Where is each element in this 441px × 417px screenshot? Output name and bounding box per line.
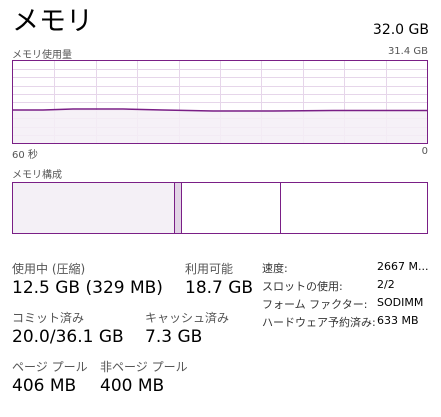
non-paged-pool-label: 非ページ プール [100,360,188,374]
non-paged-pool-value: 400 MB [100,376,165,396]
memory-composition-bar[interactable] [12,182,428,234]
usage-graph-label: メモリ使用量 [12,50,72,61]
usage-graph-max: 31.4 GB [387,46,428,57]
form-factor-label: フォーム ファクター: [262,298,368,311]
hardware-reserved-value: 633 MB [377,314,419,327]
memory-usage-chart [13,61,427,143]
committed-value: 20.0/36.1 GB [12,327,124,347]
in-use-value: 12.5 GB (329 MB) [12,278,163,298]
form-factor-value: SODIMM [377,296,424,309]
composition-label: メモリ構成 [12,170,62,181]
composition-segment-standby[interactable] [181,183,281,233]
slots-used-value: 2/2 [377,278,395,291]
paged-pool-label: ページ プール [12,360,88,374]
cached-value: 7.3 GB [145,327,203,347]
memory-usage-graph [12,60,428,144]
time-axis-start: 60 秒 [12,150,38,161]
committed-label: コミット済み [12,311,85,325]
page-title: メモリ [12,6,93,37]
available-value: 18.7 GB [185,278,254,298]
usage-area [13,110,427,143]
speed-value: 2667 M... [377,260,429,273]
slots-used-label: スロットの使用: [262,280,343,293]
in-use-label: 使用中 (圧縮) [12,262,86,276]
speed-label: 速度: [262,262,288,275]
time-axis-end: 0 [421,146,428,157]
composition-segment-modified[interactable] [174,183,182,233]
available-label: 利用可能 [185,262,234,276]
total-memory: 32.0 GB [372,22,429,38]
hardware-reserved-label: ハードウェア予約済み: [262,316,376,329]
composition-segment-in-use[interactable] [13,183,175,233]
cached-label: キャッシュ済み [145,311,230,325]
paged-pool-value: 406 MB [12,376,77,396]
composition-segment-free[interactable] [280,183,427,233]
